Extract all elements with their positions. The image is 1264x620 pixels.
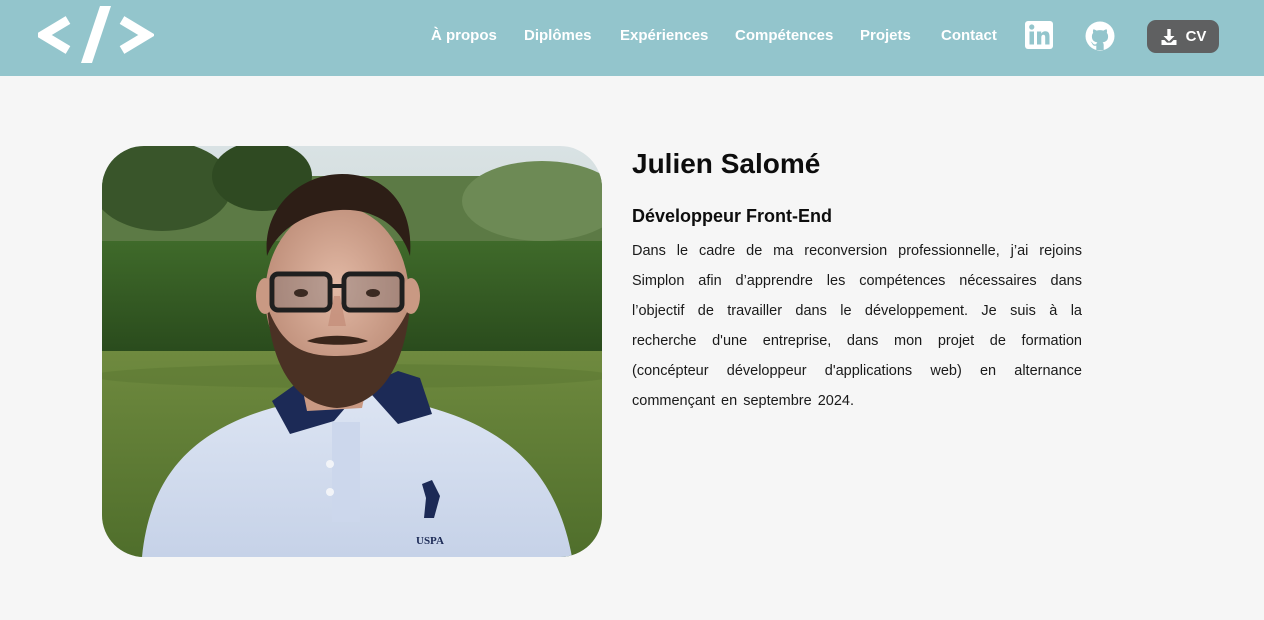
nav-link-experiences[interactable]: Expériences [620,26,708,46]
nav-link-projets[interactable]: Projets [860,26,911,46]
github-icon[interactable] [1085,21,1115,51]
download-cv-button[interactable]: CV [1147,20,1219,53]
cv-button-label: CV [1185,28,1207,45]
svg-text:USPA: USPA [416,535,444,547]
profile-bio: Dans le cadre de ma reconversion profess… [632,243,1082,409]
nav-link-contact[interactable]: Contact [941,26,997,46]
profile-name: Julien Salomé [632,148,821,179]
download-icon [1161,28,1177,45]
profile-role: Développeur Front-End [632,206,833,226]
profile-photo: USPA [102,146,602,557]
top-navbar: À propos Diplômes Expériences Compétence… [0,0,1264,76]
nav-link-diplomes[interactable]: Diplômes [524,26,592,46]
nav-link-competences[interactable]: Compétences [735,26,833,46]
linkedin-icon[interactable] [1025,21,1053,49]
code-brackets-icon[interactable] [38,4,154,66]
nav-link-a-propos[interactable]: À propos [431,26,497,46]
